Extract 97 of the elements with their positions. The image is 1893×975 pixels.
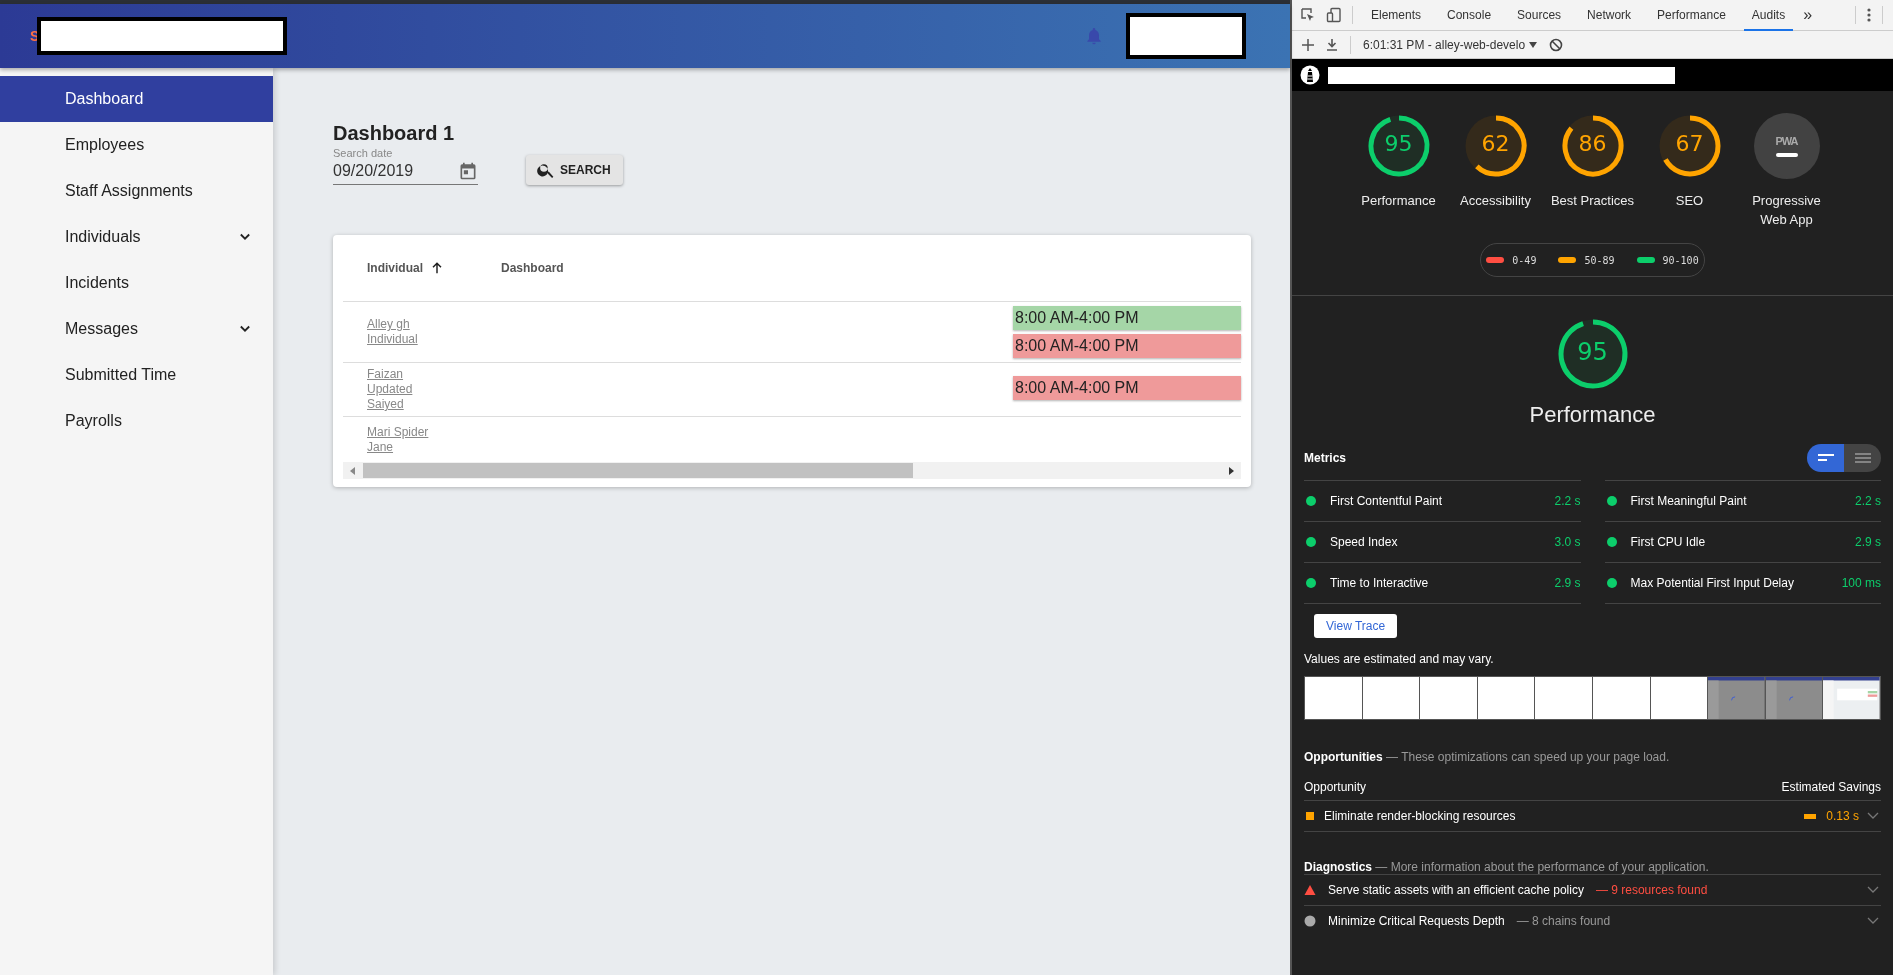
- expanded-view-toggle[interactable]: [1844, 444, 1881, 472]
- audit-row[interactable]: Minimize Critical Requests Depth — 8 chains found: [1304, 905, 1881, 936]
- shift-block[interactable]: 8:00 AM-4:00 PM: [1013, 306, 1241, 330]
- shift-block[interactable]: 8:00 AM-4:00 PM: [1013, 376, 1241, 400]
- date-field[interactable]: Search date 09/20/2019: [333, 145, 478, 185]
- gauge-label: SEO: [1674, 192, 1705, 210]
- scroll-left-icon[interactable]: [349, 466, 357, 475]
- search-button[interactable]: SEARCH: [526, 155, 623, 185]
- metric-value: 3.0 s: [1554, 535, 1581, 549]
- section-heading: Diagnostics: [1304, 860, 1372, 874]
- lines-icon: [1854, 453, 1871, 463]
- savings-bar-icon: [1804, 813, 1817, 819]
- kebab-menu-icon[interactable]: [1866, 7, 1872, 23]
- warning-square-icon: [1306, 812, 1314, 820]
- view-trace-button[interactable]: View Trace: [1314, 614, 1398, 638]
- score-value: 67: [1674, 131, 1705, 156]
- score-gauge[interactable]: [1559, 113, 1626, 179]
- section-description: — More information about the performance of your application.: [1375, 860, 1709, 874]
- block-icon[interactable]: [1549, 37, 1564, 52]
- shift-block[interactable]: 8:00 AM-4:00 PM: [1013, 334, 1241, 358]
- chevron-down-icon[interactable]: [1867, 812, 1879, 820]
- sidebar-item[interactable]: Staff Assignments: [0, 168, 273, 214]
- gauge-label: Progressive Web App: [1751, 192, 1822, 229]
- column-header[interactable]: Dashboard: [491, 261, 564, 275]
- devtools-tab[interactable]: Performance: [1649, 0, 1734, 31]
- devtools-tab[interactable]: Console: [1439, 0, 1500, 31]
- caret-down-icon: [1529, 41, 1538, 48]
- legend-range: 90-100: [1662, 254, 1699, 266]
- metric-name: Time to Interactive: [1330, 576, 1430, 590]
- filmstrip-frame: [1477, 677, 1535, 719]
- metric-name: First Contentful Paint: [1330, 494, 1444, 508]
- sidebar-item[interactable]: Submitted Time: [0, 352, 273, 398]
- sidebar-item[interactable]: Dashboard: [0, 76, 273, 122]
- sidebar-item[interactable]: Incidents: [0, 260, 273, 306]
- score-value: 62: [1480, 131, 1511, 156]
- audit-row[interactable]: Eliminate render-blocking resources 0.13 s: [1304, 801, 1881, 832]
- legend-range: 0-49: [1512, 254, 1537, 266]
- report-select[interactable]: 6:01:31 PM - alley-web-develo: [1363, 37, 1538, 52]
- score-gauge[interactable]: [1365, 113, 1432, 179]
- sidebar-item[interactable]: Employees: [0, 122, 273, 168]
- filmstrip-frame: [1305, 677, 1362, 719]
- filmstrip-frame: [1650, 677, 1708, 719]
- legend-range: 50-89: [1584, 254, 1615, 266]
- metric-name: Max Potential First Input Delay: [1630, 576, 1795, 590]
- devtools-tab[interactable]: Elements: [1363, 0, 1430, 31]
- metric-value: 2.2 s: [1855, 494, 1881, 508]
- individual-link[interactable]: Alley gh Individual: [367, 317, 442, 347]
- filmstrip-frame: [1420, 677, 1477, 719]
- warning-triangle-icon: [1304, 884, 1316, 896]
- category-title: Performance: [1529, 402, 1656, 428]
- column-header: Estimated Savings: [1781, 780, 1881, 794]
- compact-view-toggle[interactable]: [1807, 444, 1844, 472]
- metric-name: First CPU Idle: [1630, 535, 1707, 549]
- score-value: 95: [1576, 338, 1609, 366]
- metric-value: 2.9 s: [1554, 576, 1581, 590]
- chevron-down-icon[interactable]: [1867, 917, 1879, 925]
- metric-value: 2.2 s: [1554, 494, 1581, 508]
- horizontal-scrollbar[interactable]: [343, 462, 1241, 479]
- sidebar-item[interactable]: Payrolls: [0, 398, 273, 444]
- pwa-badge[interactable]: PWA: [1753, 113, 1820, 179]
- estimate-note: Values are estimated and may vary.: [1304, 652, 1495, 666]
- scroll-right-icon[interactable]: [1227, 466, 1235, 475]
- devtools-tab[interactable]: Sources: [1509, 0, 1570, 31]
- chevron-down-icon[interactable]: [1867, 886, 1879, 894]
- sidebar-item[interactable]: Individuals: [0, 214, 273, 260]
- page-title: Dashboard 1: [333, 122, 456, 145]
- device-icon[interactable]: [1326, 7, 1342, 23]
- gauge-label: Best Practices: [1550, 192, 1635, 210]
- filmstrip-frame: [1535, 677, 1592, 719]
- metric-name: Speed Index: [1330, 535, 1399, 549]
- individual-link[interactable]: Faizan Updated Saiyed: [367, 367, 442, 412]
- inspect-icon[interactable]: [1300, 7, 1316, 23]
- metric-value: 100 ms: [1841, 576, 1881, 590]
- score-value: 86: [1577, 131, 1608, 156]
- metric-value: 2.9 s: [1855, 535, 1881, 549]
- individual-link[interactable]: Mari Spider Jane: [367, 424, 442, 455]
- gauge-label: Accessibility: [1459, 192, 1532, 210]
- score-value: 95: [1383, 131, 1414, 156]
- download-icon[interactable]: [1326, 38, 1338, 51]
- short-lines-icon: [1817, 453, 1834, 463]
- audit-row[interactable]: Serve static assets with an efficient cache policy — 9 resources found: [1304, 874, 1881, 905]
- sidebar-item[interactable]: Messages: [0, 306, 273, 352]
- more-tabs-button[interactable]: »: [1803, 6, 1813, 24]
- metrics-heading: Metrics: [1304, 451, 1347, 465]
- section-heading: Opportunities: [1304, 750, 1383, 764]
- section-description: — These optimizations can speed up your page load.: [1386, 750, 1670, 764]
- column-header: Opportunity: [1304, 780, 1367, 794]
- column-header[interactable]: Individual: [343, 260, 491, 276]
- filmstrip-frame: [1592, 677, 1650, 719]
- plus-icon[interactable]: [1302, 38, 1314, 51]
- info-circle-icon: [1304, 915, 1316, 927]
- metric-name: First Meaningful Paint: [1630, 494, 1748, 508]
- devtools-tab[interactable]: Network: [1579, 0, 1640, 31]
- filmstrip-frame: [1362, 677, 1420, 719]
- calendar-icon[interactable]: [458, 161, 478, 181]
- lighthouse-icon: [1300, 65, 1320, 85]
- gauge-label: Performance: [1360, 192, 1437, 210]
